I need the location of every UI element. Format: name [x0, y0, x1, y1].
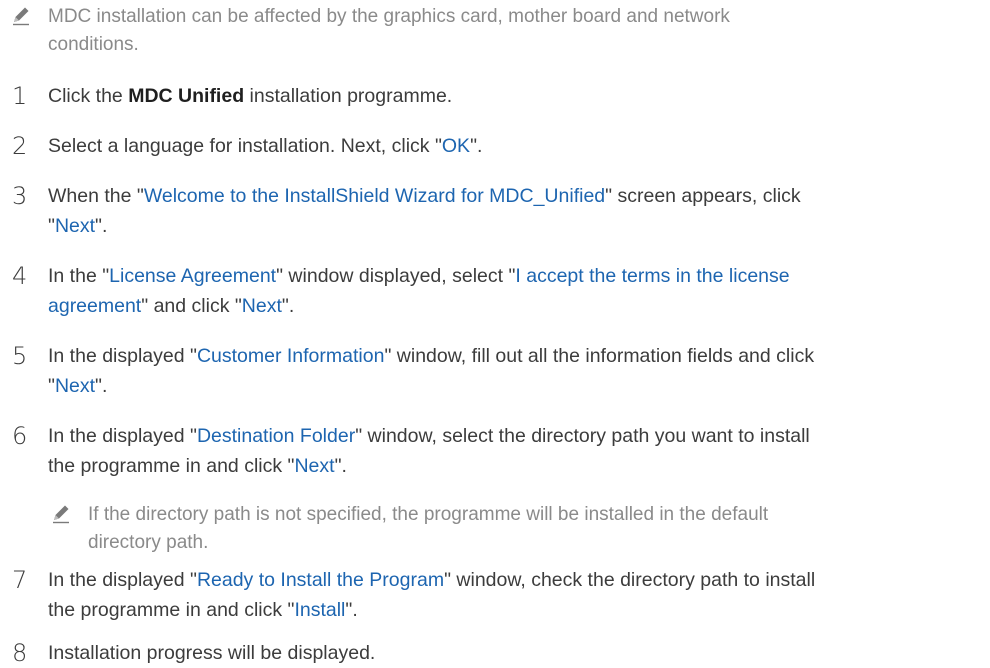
step-text: When the "Welcome to the InstallShield W… [48, 181, 948, 241]
note-default-directory: If the directory path is not specified, … [88, 501, 768, 557]
note-line: conditions. [48, 34, 139, 55]
step-text: Installation progress will be displayed. [48, 638, 948, 668]
step-text-part: ". [470, 135, 483, 157]
pencil-icon [50, 502, 72, 524]
step-text-part: " window, fill out all the information f… [384, 345, 815, 367]
step-text-part: Installation progress will be displayed. [48, 642, 376, 664]
install-keyword: Install [294, 599, 346, 621]
step-text-part: ". [95, 375, 108, 397]
step-text: In the displayed "Ready to Install the P… [48, 565, 948, 625]
installation-instructions: MDC installation can be affected by the … [0, 0, 990, 668]
step-number: 2 [12, 132, 28, 160]
step-text-part: Click the [48, 85, 129, 107]
step-text-part: the programme in and click " [48, 599, 295, 621]
step-number: 1 [12, 82, 28, 110]
step-text-part: " window displayed, select " [276, 265, 516, 287]
step-number: 6 [12, 422, 28, 450]
step-text-part: ". [281, 295, 295, 317]
step-text-part: " window, select the directory path you … [355, 425, 810, 447]
step-text: In the displayed "Destination Folder" wi… [48, 421, 948, 481]
step-number: 5 [12, 342, 28, 370]
pencil-icon [10, 4, 32, 26]
step-text: In the displayed "Customer Information" … [48, 341, 948, 401]
step-number: 4 [12, 262, 28, 290]
accept-terms-keyword: I accept the terms in the license [515, 265, 790, 287]
step-text: In the "License Agreement" window displa… [48, 261, 948, 321]
note-line: If the directory path is not specified, … [88, 504, 769, 525]
accept-terms-keyword: agreement [48, 295, 142, 317]
destination-folder-keyword: Destination Folder [196, 425, 356, 447]
step-text-part: In the " [48, 265, 110, 287]
license-agreement-keyword: License Agreement [109, 265, 277, 287]
step-text-part: ". [95, 215, 108, 237]
step-text-part: When the " [48, 185, 144, 207]
ok-keyword: OK [441, 135, 471, 157]
step-text-part: In the displayed " [48, 425, 197, 447]
step-text-part: " [48, 215, 55, 237]
welcome-screen-keyword: Welcome to the InstallShield Wizard for … [143, 185, 606, 207]
step-text-part: ". [334, 455, 347, 477]
step-number: 3 [12, 182, 28, 210]
note-line: directory path. [88, 532, 209, 553]
step-text-part: " screen appears, click [605, 185, 801, 207]
ready-to-install-keyword: Ready to Install the Program [196, 569, 445, 591]
step-text-part: the programme in and click " [48, 455, 295, 477]
program-name: MDC Unified [128, 85, 245, 107]
step-number: 7 [12, 566, 28, 594]
step-text-part: In the displayed " [48, 569, 197, 591]
customer-information-keyword: Customer Information [196, 345, 385, 367]
step-text-part: Select a language for installation. Next… [48, 135, 442, 157]
next-keyword: Next [294, 455, 335, 477]
next-keyword: Next [241, 295, 282, 317]
step-text: Click the MDC Unified installation progr… [48, 81, 948, 111]
step-text-part: " window, check the directory path to in… [444, 569, 816, 591]
step-text-part: " [48, 375, 55, 397]
step-text: Select a language for installation. Next… [48, 131, 948, 161]
step-text-part: " and click " [141, 295, 242, 317]
step-text-part: ". [345, 599, 358, 621]
step-text-part: In the displayed " [48, 345, 197, 367]
next-keyword: Next [54, 375, 96, 397]
step-number: 8 [12, 639, 28, 667]
note-line: MDC installation can be affected by the … [48, 6, 730, 27]
next-keyword: Next [54, 215, 96, 237]
step-text-part: installation programme. [244, 85, 453, 107]
note-graphics-conditions: MDC installation can be affected by the … [48, 3, 730, 59]
